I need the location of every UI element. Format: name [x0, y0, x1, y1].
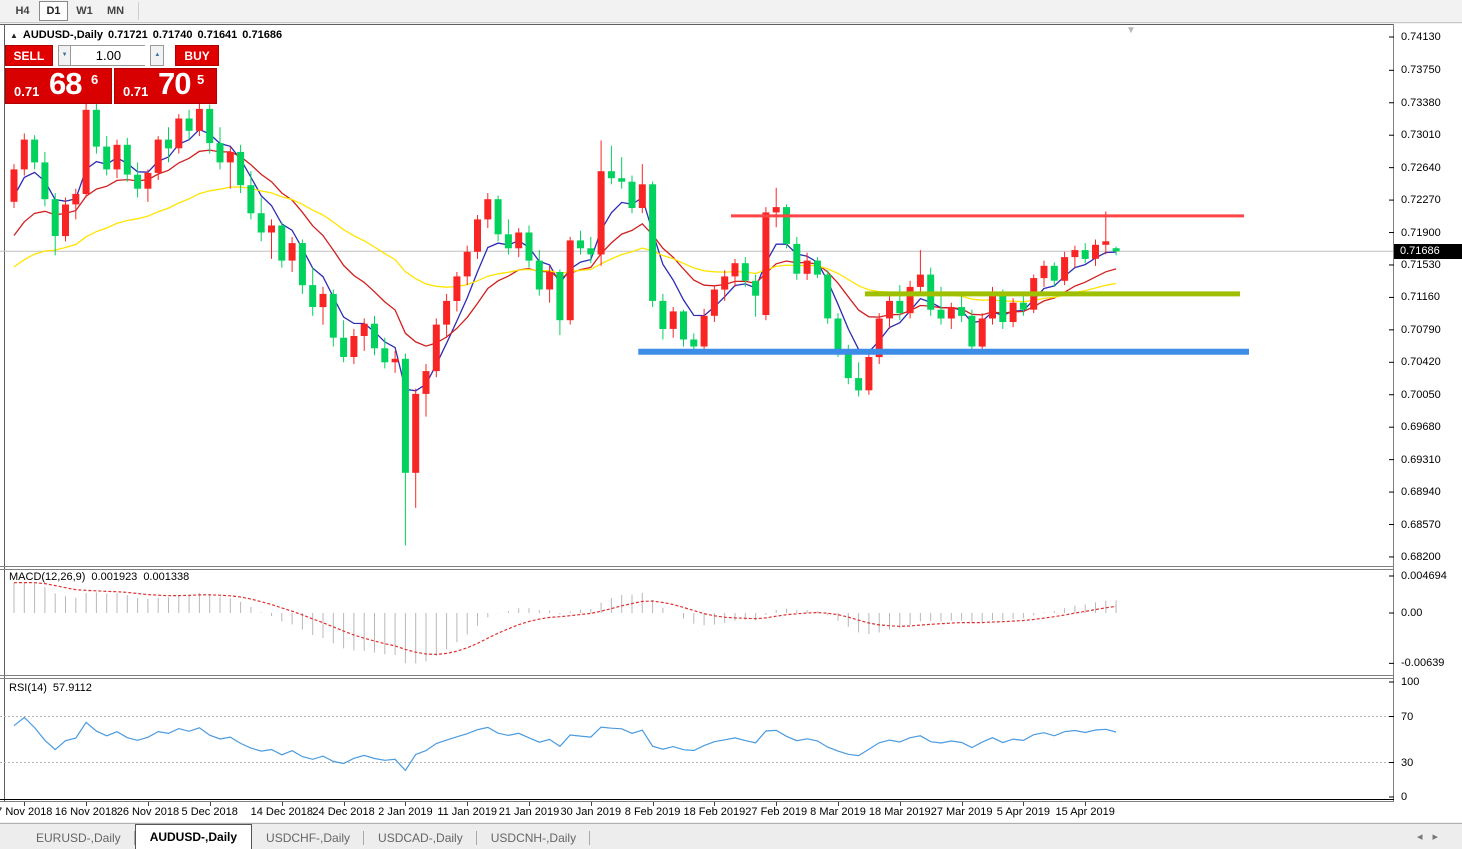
- price-axis-label: 0.68940: [1401, 486, 1441, 499]
- candles: [10, 101, 1120, 546]
- sell-button[interactable]: SELL: [5, 45, 53, 66]
- chart-tab-audusd[interactable]: AUDUSD-,Daily: [134, 824, 253, 849]
- ohlc-low: 0.71641: [197, 29, 238, 41]
- tab-scroll-right-icon[interactable]: ▸: [1432, 831, 1448, 843]
- rsi-axis-label: 70: [1401, 710, 1414, 723]
- timeframe-button-mn[interactable]: MN: [101, 1, 130, 21]
- price-axis-label: 0.70050: [1401, 388, 1441, 401]
- price-axis[interactable]: 0.74130 0.73750 0.73380 0.73010 0.72640 0.722…: [1394, 24, 1462, 803]
- chart-shift-marker-icon[interactable]: ▼: [1126, 25, 1136, 36]
- toolbar-divider: [138, 2, 139, 20]
- date-axis-label: 30 Jan 2019: [560, 806, 622, 818]
- volume-input[interactable]: 1.00: [71, 45, 146, 66]
- chart-tab-eurusd[interactable]: EURUSD-,Daily: [22, 827, 135, 849]
- buy-price-digits: 70: [158, 66, 191, 101]
- macd-signal-value: 0.001338: [143, 571, 190, 583]
- chart-title-bar: ▲ AUDUSD-,Daily 0.71721 0.71740 0.71641 …: [10, 29, 282, 41]
- price-axis-label: 0.71900: [1401, 226, 1441, 239]
- date-axis-label: 8 Feb 2019: [624, 806, 681, 818]
- rsi-axis-label: 30: [1401, 756, 1414, 769]
- chart-symbol-label: AUDUSD-,Daily: [22, 29, 103, 41]
- macd-histogram: [13, 581, 1117, 664]
- price-axis-label: 0.72270: [1401, 194, 1441, 207]
- price-axis-label: 0.68200: [1401, 550, 1441, 563]
- price-axis-label: 0.74130: [1401, 31, 1441, 43]
- date-axis-label: 7 Nov 2018: [0, 806, 53, 818]
- date-axis-label: 26 Nov 2018: [116, 806, 180, 818]
- date-axis-label: 21 Jan 2019: [498, 806, 560, 818]
- buy-price-prefix: 0.71: [123, 84, 149, 99]
- price-axis-label: 0.70420: [1401, 356, 1441, 369]
- date-axis-label: 27 Mar 2019: [930, 806, 993, 818]
- date-axis-label: 24 Dec 2018: [312, 806, 375, 818]
- buy-price-button[interactable]: 0.71 70 5: [114, 66, 217, 104]
- ohlc-open: 0.71721: [108, 29, 148, 41]
- tab-scroll-arrows[interactable]: ◂▸: [1417, 830, 1448, 843]
- date-axis-label: 14 Dec 2018: [250, 806, 313, 818]
- sell-price-digits: 68: [49, 66, 82, 101]
- sell-price-button[interactable]: 0.71 68 6: [5, 66, 112, 104]
- price-axis-label: 0.70790: [1401, 323, 1441, 336]
- ohlc-high: 0.71740: [152, 29, 193, 41]
- buy-button[interactable]: BUY: [175, 45, 220, 66]
- collapse-arrow-icon[interactable]: ▲: [10, 31, 18, 40]
- chart-tab-bar: EURUSD-,Daily AUDUSD-,Daily USDCHF-,Daily U…: [0, 823, 1462, 849]
- ohlc-close: 0.71686: [242, 29, 283, 41]
- chart-tab-usdchf[interactable]: USDCHF-,Daily: [252, 827, 365, 849]
- date-axis-label: 2 Jan 2019: [378, 806, 433, 818]
- price-axis-label: 0.73750: [1401, 64, 1441, 77]
- chart-window: ▲ AUDUSD-,Daily 0.71721 0.71740 0.71641 …: [0, 24, 1462, 822]
- date-axis[interactable]: 7 Nov 2018 16 Nov 2018 26 Nov 2018 5 Dec 20…: [0, 802, 1462, 822]
- rsi-axis-label: 100: [1401, 676, 1420, 688]
- sell-price-prefix: 0.71: [14, 84, 40, 99]
- date-axis-label: 27 Feb 2019: [745, 806, 808, 818]
- buy-price-pip: 5: [197, 72, 205, 87]
- macd-main-value: 0.001923: [91, 571, 138, 583]
- price-axis-label: 0.72640: [1401, 161, 1441, 174]
- rsi-label: RSI(14): [9, 682, 47, 694]
- date-axis-label: 8 Mar 2019: [810, 806, 866, 818]
- price-axis-label: 0.71160: [1401, 291, 1440, 304]
- chart-tab-usdcnh[interactable]: USDCNH-,Daily: [477, 827, 591, 849]
- date-axis-label: 15 Apr 2019: [1055, 806, 1115, 818]
- date-axis-label: 5 Apr 2019: [996, 806, 1050, 818]
- timeframe-button-h4[interactable]: H4: [8, 1, 37, 21]
- price-axis-label: 0.73010: [1401, 129, 1441, 142]
- timeframe-button-d1[interactable]: D1: [39, 1, 68, 21]
- timeframe-button-w1[interactable]: W1: [70, 1, 99, 21]
- rsi-caption: RSI(14) 57.9112: [9, 682, 92, 694]
- one-click-trade-panel: SELL ▼ 1.00 ▲ BUY 0.71 68 6 0.71 70 5: [5, 45, 220, 104]
- macd-label: MACD(12,26,9): [9, 571, 86, 583]
- timeframe-toolbar: H4 D1 W1 MN: [0, 0, 1462, 23]
- rsi-value: 57.9112: [52, 682, 92, 694]
- macd-axis-label: 0.004694: [1401, 570, 1447, 582]
- volume-decrease-button[interactable]: ▼: [57, 45, 72, 66]
- price-axis-label: 0.73380: [1401, 96, 1441, 109]
- date-axis-label: 5 Dec 2018: [181, 806, 238, 818]
- date-axis-label: 16 Nov 2018: [54, 806, 118, 818]
- date-axis-label: 18 Mar 2019: [868, 806, 931, 818]
- tab-scroll-left-icon[interactable]: ◂: [1417, 831, 1433, 843]
- macd-signal-line: [13, 581, 1117, 656]
- date-axis-label: 18 Feb 2019: [683, 806, 746, 818]
- current-price-tag: 0.71686: [1394, 243, 1462, 259]
- slow-ma-line: [13, 186, 1117, 303]
- date-axis-label: 11 Jan 2019: [437, 806, 498, 818]
- macd-axis-label: 0.00: [1401, 607, 1423, 619]
- price-axis-label: 0.68570: [1401, 518, 1441, 531]
- macd-axis-label: -0.00639: [1401, 657, 1445, 670]
- chart-tab-usdcad[interactable]: USDCAD-,Daily: [364, 827, 477, 849]
- price-axis-label: 0.71530: [1401, 258, 1441, 271]
- macd-caption: MACD(12,26,9) 0.001923 0.001338: [9, 571, 189, 583]
- price-axis-label: 0.69680: [1401, 421, 1441, 434]
- price-axis-label: 0.69310: [1401, 453, 1441, 466]
- mt4-window: H4 D1 W1 MN ▲ AUDUSD-,Daily 0.71721 0.71740…: [0, 0, 1462, 849]
- volume-increase-button[interactable]: ▲: [150, 45, 165, 66]
- sell-price-pip: 6: [91, 72, 99, 87]
- chart-canvas[interactable]: [0, 24, 1394, 802]
